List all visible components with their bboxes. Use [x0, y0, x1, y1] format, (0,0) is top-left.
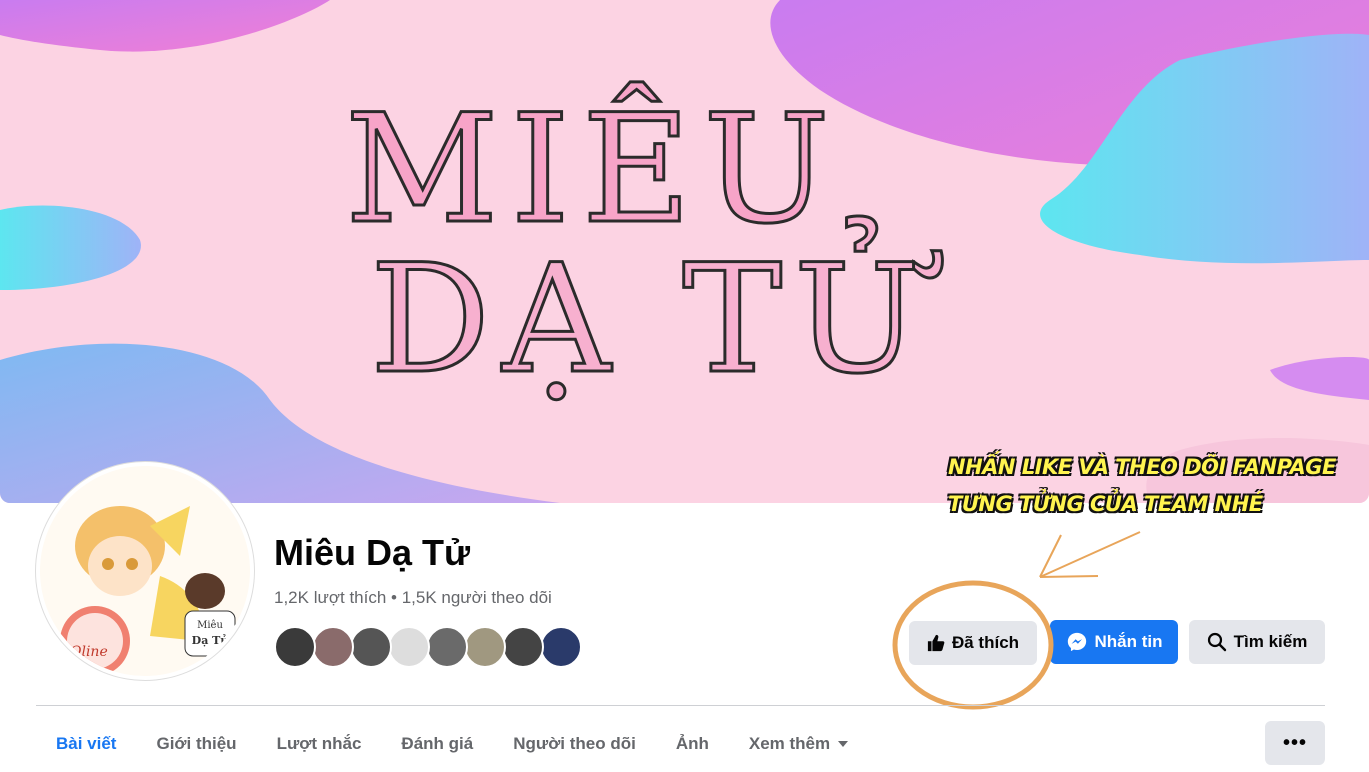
message-button-label: Nhắn tin: [1094, 632, 1163, 651]
cover-title-line2: DẠ TỬ: [369, 233, 933, 407]
tab-followers[interactable]: Người theo dõi: [493, 722, 656, 766]
more-options-button[interactable]: •••: [1265, 721, 1325, 765]
cover-photo[interactable]: MIÊU DẠ TỬ: [0, 0, 1369, 503]
friend-avatar[interactable]: [464, 626, 506, 668]
tabs-divider: [36, 705, 1325, 706]
liked-button-label: Đã thích: [951, 633, 1020, 652]
messenger-icon: [1066, 631, 1088, 653]
tab-mentions[interactable]: Lượt nhắc: [257, 722, 382, 766]
avatar-illustration: Miêu Dạ Tử Oline: [40, 466, 250, 676]
cover-title-line1: MIÊU: [344, 83, 842, 257]
tab-about-label: Giới thiệu: [156, 734, 237, 753]
tab-mentions-label: Lượt nhắc: [276, 734, 362, 753]
search-icon: [1207, 632, 1227, 652]
page-avatar[interactable]: Miêu Dạ Tử Oline: [40, 466, 250, 676]
tab-photos-label: Ảnh: [675, 734, 709, 753]
search-button[interactable]: Tìm kiếm: [1189, 620, 1325, 664]
tab-photos[interactable]: Ảnh: [656, 722, 729, 766]
avatar-ball-text: Oline: [70, 644, 108, 660]
friend-avatars: [274, 626, 582, 668]
message-button[interactable]: Nhắn tin: [1050, 620, 1178, 664]
thumbs-up-icon: [927, 634, 945, 652]
annotation-note-line2: TƯNG TỬNG CỦA TEAM NHÉ: [948, 492, 1263, 516]
friend-avatar[interactable]: [350, 626, 392, 668]
tab-reviews[interactable]: Đánh giá: [381, 722, 493, 766]
friend-avatar[interactable]: [502, 626, 544, 668]
caret-down-icon: [838, 741, 849, 747]
tab-about[interactable]: Giới thiệu: [136, 722, 256, 766]
friend-avatar[interactable]: [388, 626, 430, 668]
page-title: Miêu Dạ Tử: [274, 532, 471, 573]
annotation-arrow-head-top: [1039, 534, 1062, 578]
search-button-label: Tìm kiếm: [1233, 632, 1308, 651]
tab-posts[interactable]: Bài viết: [36, 722, 136, 766]
page-stats[interactable]: 1,2K lượt thích • 1,5K người theo dõi: [274, 588, 552, 608]
annotation-arrow-head-bottom: [1039, 575, 1099, 578]
friend-avatar[interactable]: [274, 626, 316, 668]
tab-see-more-label: Xem thêm: [748, 734, 831, 753]
annotation-note-line1: NHẤN LIKE VÀ THEO DÕI FANPAGE: [948, 455, 1336, 479]
avatar-logo-line1: Miêu: [197, 620, 223, 631]
annotation-arrow-shaft: [1039, 531, 1141, 578]
avatar-logo-line2: Dạ Tử: [192, 634, 230, 647]
liked-button[interactable]: Đã thích: [909, 621, 1037, 665]
tab-see-more[interactable]: Xem thêm: [729, 722, 868, 766]
page-tabs: Bài viết Giới thiệu Lượt nhắc Đánh giá N…: [36, 722, 868, 772]
friend-avatar[interactable]: [540, 626, 582, 668]
tab-followers-label: Người theo dõi: [513, 734, 636, 753]
tab-posts-label: Bài viết: [56, 734, 117, 753]
friend-avatar[interactable]: [426, 626, 468, 668]
tab-reviews-label: Đánh giá: [401, 734, 474, 753]
friend-avatar[interactable]: [312, 626, 354, 668]
